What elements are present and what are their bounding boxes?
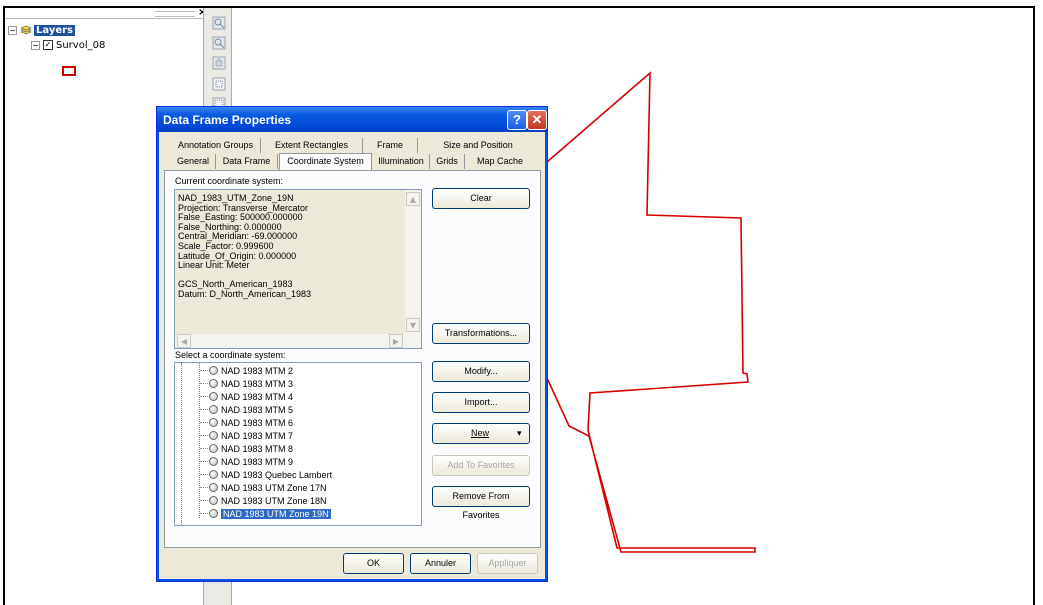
tree-guide <box>181 363 182 525</box>
scroll-down-icon[interactable]: ▼ <box>406 318 420 332</box>
layer-visibility-checkbox[interactable]: ✓ <box>43 40 53 50</box>
info-vertical-scrollbar[interactable]: ▲ ▼ <box>405 190 421 334</box>
list-item[interactable]: NAD 1983 MTM 2 <box>209 364 293 377</box>
list-item[interactable]: NAD 1983 Quebec Lambert <box>209 468 332 481</box>
tab-extent-rectangles[interactable]: Extent Rectangles <box>261 138 363 153</box>
survey-polygon <box>546 71 756 553</box>
new-button[interactable]: New ▾ <box>432 423 530 444</box>
info-horizontal-scrollbar[interactable]: ◀ ▶ <box>175 334 421 348</box>
current-coordinate-system-label: Current coordinate system: <box>175 176 284 186</box>
list-item[interactable]: NAD 1983 MTM 3 <box>209 377 293 390</box>
tree-branch <box>200 474 208 475</box>
list-item[interactable]: NAD 1983 UTM Zone 18N <box>209 494 327 507</box>
layers-expander[interactable]: − <box>8 25 17 35</box>
globe-icon <box>209 509 218 518</box>
list-item[interactable]: NAD 1983 UTM Zone 17N <box>209 481 327 494</box>
clear-button[interactable]: Clear <box>432 188 530 209</box>
list-item[interactable]: NAD 1983 MTM 6 <box>209 416 293 429</box>
tree-branch <box>200 461 208 462</box>
list-item[interactable]: NAD 1983 MTM 4 <box>209 390 293 403</box>
layer-expander[interactable]: − <box>31 40 40 50</box>
list-item[interactable]: NAD 1983 MTM 9 <box>209 455 293 468</box>
layers-label[interactable]: Layers <box>34 24 75 36</box>
list-item[interactable]: NAD 1983 MTM 8 <box>209 442 293 455</box>
tab-general[interactable]: General <box>171 154 216 169</box>
layer-legend-swatch <box>62 66 76 76</box>
tree-branch <box>200 370 208 371</box>
scroll-right-icon[interactable]: ▶ <box>389 334 403 348</box>
zoom-in-icon[interactable] <box>212 16 226 30</box>
zoom-out-icon[interactable] <box>212 36 226 50</box>
tab-coordinate-system[interactable]: Coordinate System <box>279 153 372 171</box>
tree-branch <box>200 409 208 410</box>
tab-size-and-position[interactable]: Size and Position <box>418 138 538 153</box>
tree-guide <box>199 363 200 518</box>
add-to-favorites-button[interactable]: Add To Favorites <box>432 455 530 476</box>
globe-icon <box>209 431 218 440</box>
pan-icon[interactable] <box>212 56 226 70</box>
new-button-label: New <box>471 428 490 438</box>
dialog-title: Data Frame Properties <box>163 113 292 127</box>
tree-branch <box>200 435 208 436</box>
help-button[interactable]: ? <box>507 110 527 130</box>
tab-frame[interactable]: Frame <box>363 138 418 153</box>
modify-button[interactable]: Modify... <box>432 361 530 382</box>
globe-icon <box>209 444 218 453</box>
scroll-up-icon[interactable]: ▲ <box>406 192 420 206</box>
tree-branch <box>200 422 208 423</box>
toc-header <box>5 8 205 19</box>
list-item[interactable]: NAD 1983 MTM 7 <box>209 429 293 442</box>
toc-grip[interactable] <box>155 11 195 17</box>
dialog-titlebar[interactable]: Data Frame Properties ? ✕ <box>157 107 547 132</box>
layers-icon <box>20 25 32 35</box>
import-button[interactable]: Import... <box>432 392 530 413</box>
close-button[interactable]: ✕ <box>527 110 547 130</box>
remove-from-favorites-button[interactable]: Remove From Favorites <box>432 486 530 520</box>
globe-icon <box>209 379 218 388</box>
info-line: Datum: D_North_American_1983 <box>178 288 312 299</box>
tab-annotation-groups[interactable]: Annotation Groups <box>171 138 261 153</box>
apply-button[interactable]: Appliquer <box>477 553 538 574</box>
layer-name[interactable]: Survol_08 <box>56 40 105 51</box>
cancel-button[interactable]: Annuler <box>410 553 471 574</box>
globe-icon <box>209 366 218 375</box>
info-line: Linear Unit: Meter <box>178 260 250 271</box>
list-item-selected[interactable]: NAD 1983 UTM Zone 19N <box>209 507 331 520</box>
tree-branch <box>200 383 208 384</box>
tree-branch <box>200 513 208 514</box>
tab-grids[interactable]: Grids <box>430 154 465 169</box>
data-frame-properties-dialog: Data Frame Properties ? ✕ Annotation Gro… <box>156 106 548 582</box>
globe-icon <box>209 392 218 401</box>
transformations-button[interactable]: Transformations... <box>432 323 530 344</box>
globe-icon <box>209 483 218 492</box>
tree-branch <box>200 448 208 449</box>
globe-icon <box>209 418 218 427</box>
dropdown-arrow-icon: ▾ <box>517 428 522 438</box>
tree-branch <box>200 500 208 501</box>
toc-layers-row[interactable]: − Layers <box>8 24 75 36</box>
scroll-left-icon[interactable]: ◀ <box>177 334 191 348</box>
tab-illumination[interactable]: Illumination <box>373 154 430 169</box>
tree-branch <box>200 487 208 488</box>
globe-icon <box>209 470 218 479</box>
full-extent-icon[interactable] <box>212 77 226 91</box>
coordinate-system-tree[interactable]: NAD 1983 MTM 2 NAD 1983 MTM 3 NAD 1983 M… <box>174 362 422 526</box>
globe-icon <box>209 496 218 505</box>
tab-map-cache[interactable]: Map Cache <box>465 154 535 169</box>
tab-data-frame[interactable]: Data Frame <box>216 154 278 169</box>
select-coordinate-system-label: Select a coordinate system: <box>175 350 286 360</box>
globe-icon <box>209 457 218 466</box>
ok-button[interactable]: OK <box>343 553 404 574</box>
globe-icon <box>209 405 218 414</box>
current-coordinate-system-details: NAD_1983_UTM_Zone_19N Projection: Transv… <box>174 189 422 349</box>
tree-branch <box>200 396 208 397</box>
list-item[interactable]: NAD 1983 MTM 5 <box>209 403 293 416</box>
toc-layer-row[interactable]: − ✓ Survol_08 <box>31 39 105 51</box>
